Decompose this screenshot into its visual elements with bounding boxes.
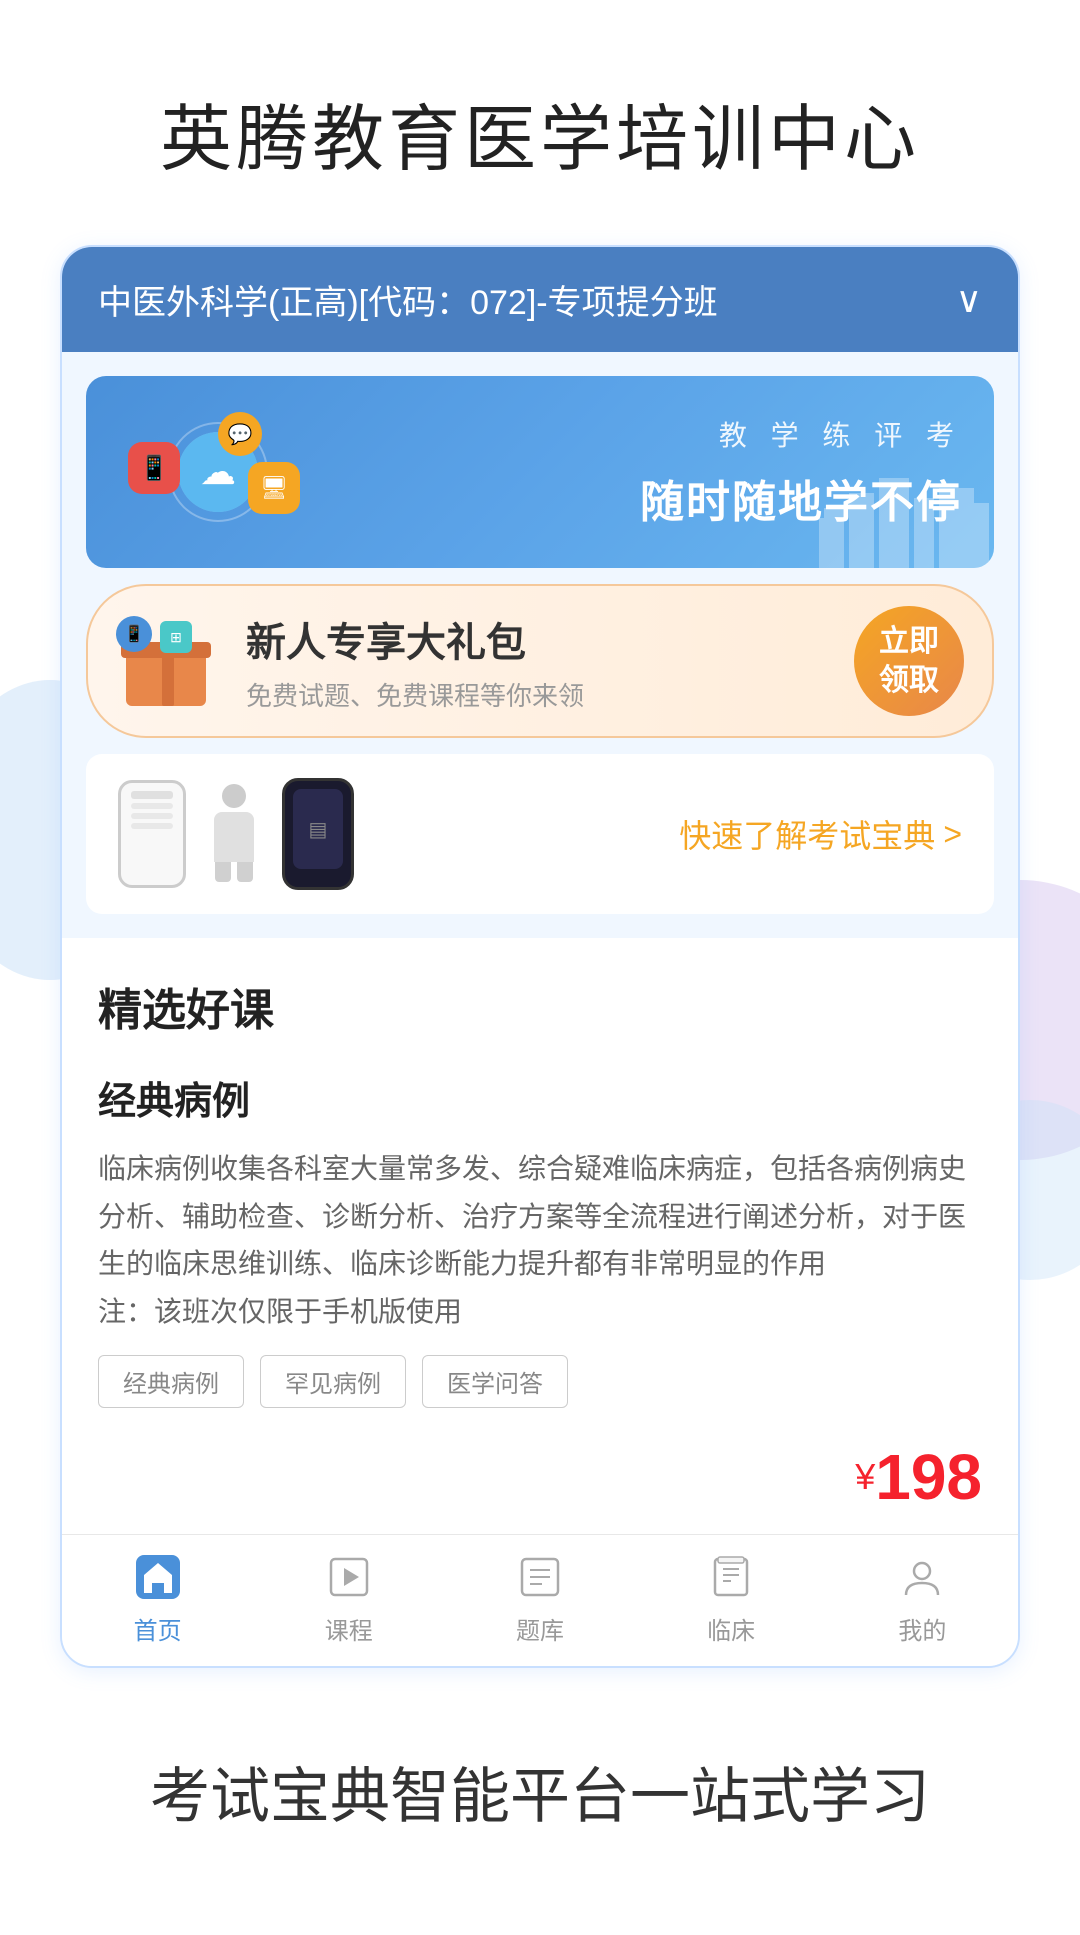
clinical-icon [705,1551,757,1603]
tag-classic-cases: 经典病例 [98,1355,244,1408]
page-title: 英腾教育医学培训中心 [0,0,1080,245]
selected-courses-title: 精选好课 [98,974,982,1038]
gift-banner[interactable]: 📱 ⊞ 新人专享大礼包 免费试题、免费课程等你来领 立即 领取 [86,584,994,738]
mine-icon [896,1551,948,1603]
app-card: 中医外科学(正高)[代码：072]-专项提分班 ∨ ☁ 📱 🖥 💬 教 学 练 … [60,245,1020,1668]
exam-guide-arrow-icon: > [943,816,962,853]
course-selector-text: 中医外科学(正高)[代码：072]-专项提分班 [98,275,944,324]
nav-home-label: 首页 [134,1611,182,1646]
main-content: 精选好课 经典病例 临床病例收集各科室大量常多发、综合疑难临床病症，包括各病例病… [62,938,1018,1534]
course-name: 经典病例 [98,1070,982,1125]
course-tags: 经典病例 罕见病例 医学问答 [98,1355,982,1408]
banner-subtitle: 教 学 练 评 考 [358,414,962,454]
nav-item-home[interactable]: 首页 [98,1551,218,1646]
questions-icon [514,1551,566,1603]
tag-rare-cases: 罕见病例 [260,1355,406,1408]
footer-title: 考试宝典智能平台一站式学习 [0,1668,1080,1935]
course-card[interactable]: 经典病例 临床病例收集各科室大量常多发、综合疑难临床病症，包括各病例病史分析、辅… [98,1070,982,1514]
price-symbol: ¥ [855,1456,875,1498]
course-description: 临床病例收集各科室大量常多发、综合疑难临床病症，包括各病例病史分析、辅助检查、诊… [98,1145,982,1335]
gift-claim-button[interactable]: 立即 领取 [854,606,964,716]
nav-item-clinical[interactable]: 临床 [671,1551,791,1646]
exam-guide-link-text: 快速了解考试宝典 [679,811,935,857]
promo-banner: ☁ 📱 🖥 💬 教 学 练 评 考 随时随地学不停 [86,376,994,568]
home-icon [132,1551,184,1603]
nav-clinical-label: 临床 [707,1611,755,1646]
banner-icons: ☁ 📱 🖥 💬 [118,412,338,532]
nav-questions-label: 题库 [516,1611,564,1646]
desktop-icon: 🖥 [248,462,300,514]
nav-item-mine[interactable]: 我的 [862,1551,982,1646]
course-price-row: ¥ 198 [98,1432,982,1514]
course-selector-bar[interactable]: 中医外科学(正高)[代码：072]-专项提分班 ∨ [62,247,1018,352]
price-value: 198 [875,1440,982,1514]
exam-phones-illustration: ▤ [118,778,679,890]
exam-guide-link[interactable]: 快速了解考试宝典 > [679,811,962,857]
courses-icon [323,1551,375,1603]
gift-title: 新人专享大礼包 [246,610,834,668]
city-decoration [814,468,994,568]
nav-mine-label: 我的 [898,1611,946,1646]
phone-icon: 📱 [128,442,180,494]
tag-medical-qa: 医学问答 [422,1355,568,1408]
nav-item-courses[interactable]: 课程 [289,1551,409,1646]
bottom-nav: 首页 课程 题库 [62,1534,1018,1666]
nav-item-questions[interactable]: 题库 [480,1551,600,1646]
chat-icon: 💬 [218,412,262,456]
nav-courses-label: 课程 [325,1611,373,1646]
gift-subtitle: 免费试题、免费课程等你来领 [246,676,834,713]
chevron-down-icon: ∨ [956,279,982,321]
exam-guide-section[interactable]: ▤ 快速了解考试宝典 > [86,754,994,914]
gift-text: 新人专享大礼包 免费试题、免费课程等你来领 [226,610,854,713]
